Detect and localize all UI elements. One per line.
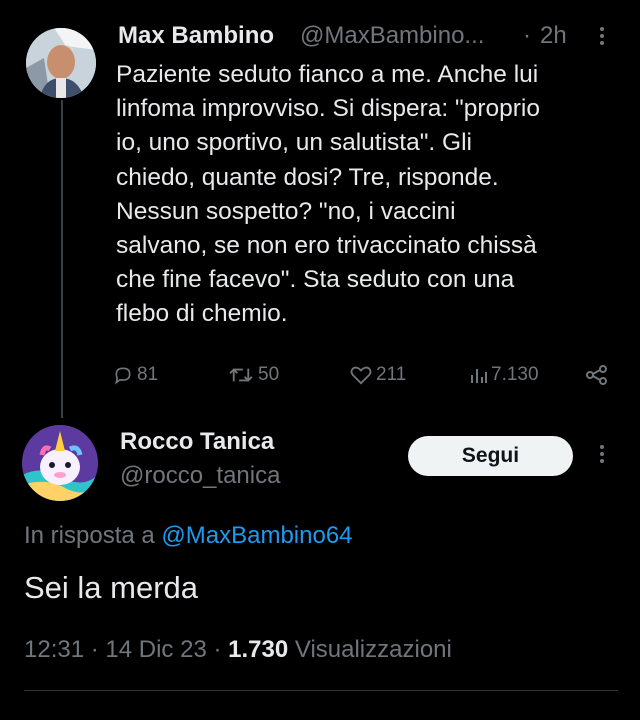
retweet-count: 50 (258, 364, 280, 385)
more-options-icon[interactable] (592, 442, 612, 470)
like-count: 211 (376, 364, 407, 385)
reply-author-name[interactable]: Rocco Tanica (120, 428, 274, 456)
reply-views-count: 1.730 (228, 636, 289, 663)
reply-time[interactable]: 12:31 (24, 636, 84, 663)
replying-to-line: In risposta a @MaxBambino64 (24, 522, 353, 550)
avatar[interactable] (22, 425, 98, 501)
tweet-text-line: salvano, se non ero trivaccinato chissà (116, 232, 537, 260)
tweet-text-line: chiedo, quante dosi? Tre, risponde. (116, 163, 499, 191)
reply-author-handle[interactable]: @rocco_tanica (120, 462, 280, 490)
tweet-timestamp[interactable]: 2h (540, 22, 567, 50)
views-button[interactable]: 7.130 (469, 362, 539, 388)
tweet-text-line: linfoma improvviso. Si dispera: "proprio (116, 95, 541, 123)
tweet-text-line: Paziente seduto fianco a me. Anche lui (116, 61, 539, 88)
thread-connector-line (61, 100, 63, 418)
reply-meta: 12:31 · 14 Dic 23 · 1.730 Visualizzazion… (24, 636, 452, 664)
avatar[interactable] (26, 28, 96, 98)
author-name[interactable]: Max Bambino (118, 22, 274, 50)
tweet-text-line: Nessun sospetto? "no, i vaccini (116, 197, 456, 225)
retweet-icon (229, 368, 253, 382)
follow-button[interactable]: Segui (408, 436, 573, 476)
reply-button[interactable]: 81 (113, 362, 158, 388)
reply-date[interactable]: 14 Dic 23 (105, 636, 206, 663)
tweet-text: Paziente seduto fianco a me. Anche lui l… (116, 58, 626, 332)
tweet-text-line: flebo di chemio. (116, 300, 288, 328)
replying-prefix: In risposta a (24, 522, 155, 549)
share-icon (586, 365, 607, 385)
divider (24, 690, 618, 691)
reply-text: Sei la merda (24, 570, 199, 605)
retweet-button[interactable]: 50 (228, 362, 279, 388)
tweet-text-line: io, uno sportivo, un salutista". Gli (116, 129, 472, 157)
reply-views-label: Visualizzazioni (294, 636, 452, 663)
tweet-text-line: che fine facevo". Sta seduto con una (116, 266, 515, 294)
heart-icon (350, 366, 372, 385)
separator-dot: · (523, 22, 531, 49)
more-options-icon[interactable] (592, 24, 612, 52)
analytics-icon (471, 369, 487, 383)
separator-dot: · (213, 636, 222, 663)
share-button[interactable] (586, 362, 612, 388)
views-count: 7.130 (491, 364, 539, 385)
replying-to-link[interactable]: @MaxBambino64 (161, 522, 352, 549)
reply-count: 81 (137, 364, 159, 385)
author-handle[interactable]: @MaxBambino... (300, 22, 484, 50)
reply-icon (115, 367, 131, 385)
separator-dot: · (90, 636, 99, 663)
like-button[interactable]: 211 (350, 362, 406, 388)
